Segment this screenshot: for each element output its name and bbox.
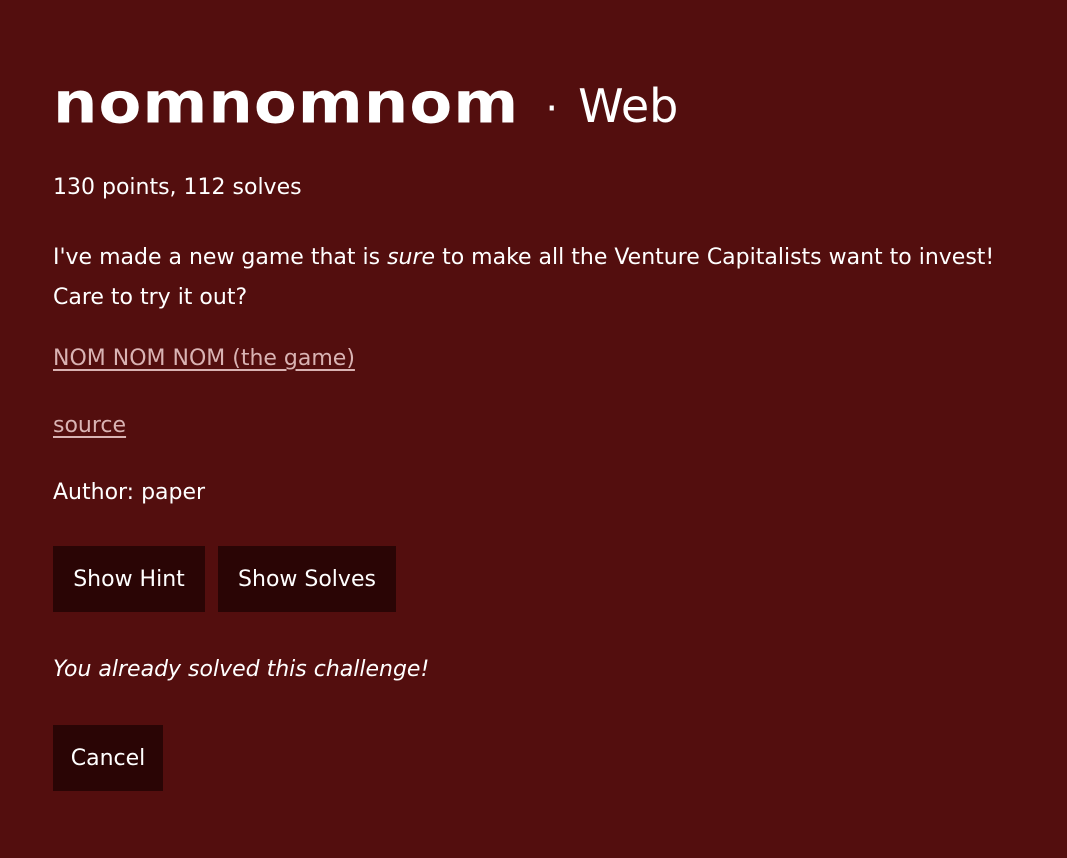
cancel-button[interactable]: Cancel bbox=[53, 725, 163, 791]
solved-message: You already solved this challenge! bbox=[53, 657, 430, 682]
description-emphasis: sure bbox=[387, 245, 436, 270]
challenge-modal: nomnomnom · Web 130 points, 112 solves I… bbox=[0, 0, 1067, 858]
description-text-before: I've made a new game that is bbox=[53, 245, 388, 270]
show-hint-button[interactable]: Show Hint bbox=[53, 546, 205, 612]
challenge-category: Web bbox=[578, 79, 679, 133]
challenge-description: I've made a new game that is sure to mak… bbox=[53, 238, 1013, 318]
challenge-points-solves: 130 points, 112 solves bbox=[53, 175, 302, 200]
challenge-name: nomnomnom bbox=[53, 70, 520, 137]
title-row: nomnomnom · Web bbox=[53, 72, 678, 132]
challenge-author: Author: paper bbox=[53, 480, 206, 505]
show-solves-button[interactable]: Show Solves bbox=[218, 546, 396, 612]
title-separator: · bbox=[545, 86, 559, 132]
source-link[interactable]: source bbox=[53, 413, 126, 438]
game-link[interactable]: NOM NOM NOM (the game) bbox=[53, 346, 355, 371]
